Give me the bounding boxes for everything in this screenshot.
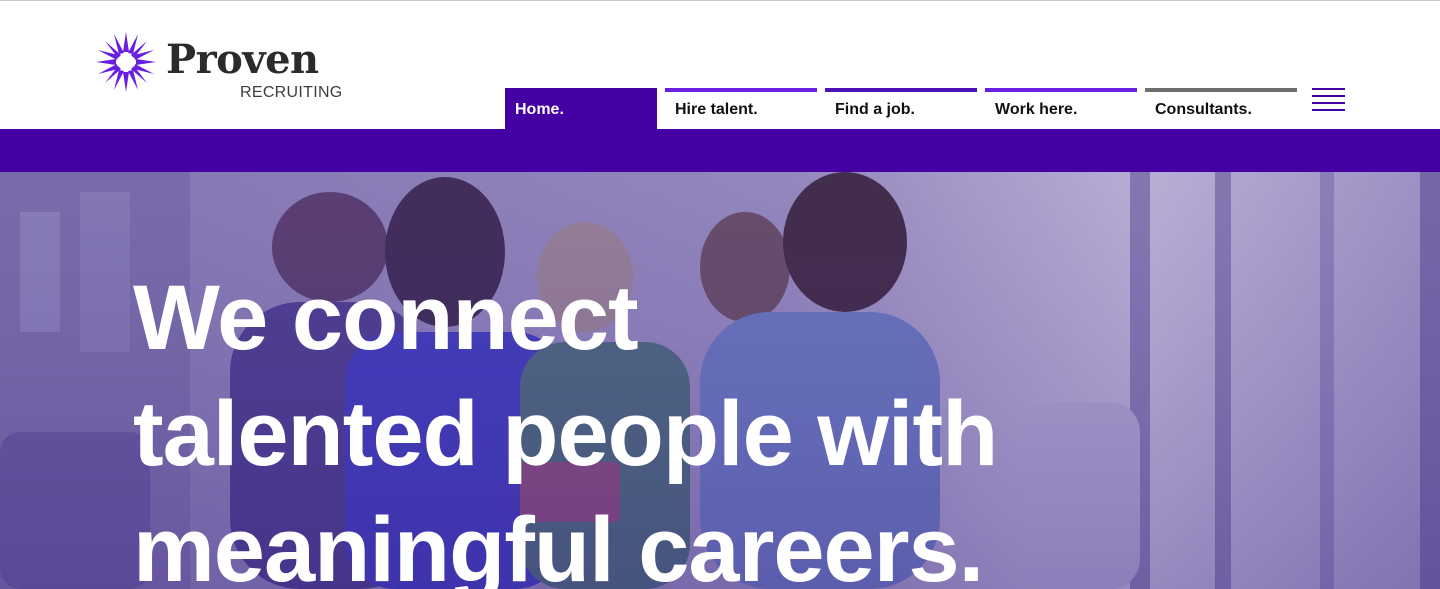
nav-accent-bar xyxy=(985,88,1137,92)
starburst-logo-icon xyxy=(96,32,156,92)
hero-banner: We connect talented people with meaningf… xyxy=(0,172,1440,589)
nav-item-hire-talent[interactable]: Hire talent. xyxy=(665,88,817,129)
nav-item-work-here[interactable]: Work here. xyxy=(985,88,1137,129)
logo-subtitle: RECRUITING xyxy=(240,84,343,101)
hero-headline-line: talented people with xyxy=(133,383,998,485)
hamburger-menu-icon[interactable] xyxy=(1312,88,1345,112)
nav-item-label: Work here. xyxy=(995,101,1078,118)
nav-item-label: Find a job. xyxy=(835,101,915,118)
top-divider xyxy=(0,0,1440,1)
nav-accent-bar xyxy=(825,88,977,92)
nav-item-find-a-job[interactable]: Find a job. xyxy=(825,88,977,129)
nav-item-home[interactable]: Home. xyxy=(505,88,657,129)
proven-recruiting-logo[interactable]: Proven RECRUITING xyxy=(94,30,354,101)
nav-item-label: Home. xyxy=(515,101,564,118)
hero-headline-line: meaningful careers. xyxy=(133,499,984,589)
nav-item-label: Hire talent. xyxy=(675,101,758,118)
main-navigation: Home. Hire talent. Find a job. Work here… xyxy=(505,88,1305,129)
nav-item-label: Consultants. xyxy=(1155,101,1252,118)
nav-accent-bar xyxy=(665,88,817,92)
hero-headline-line: We connect xyxy=(133,267,639,369)
nav-item-consultants[interactable]: Consultants. xyxy=(1145,88,1297,129)
nav-accent-bar xyxy=(1145,88,1297,92)
logo-wordmark: Proven xyxy=(166,36,319,83)
hero-headline: We connect talented people with meaningf… xyxy=(133,260,1133,589)
purple-header-band xyxy=(0,129,1440,172)
